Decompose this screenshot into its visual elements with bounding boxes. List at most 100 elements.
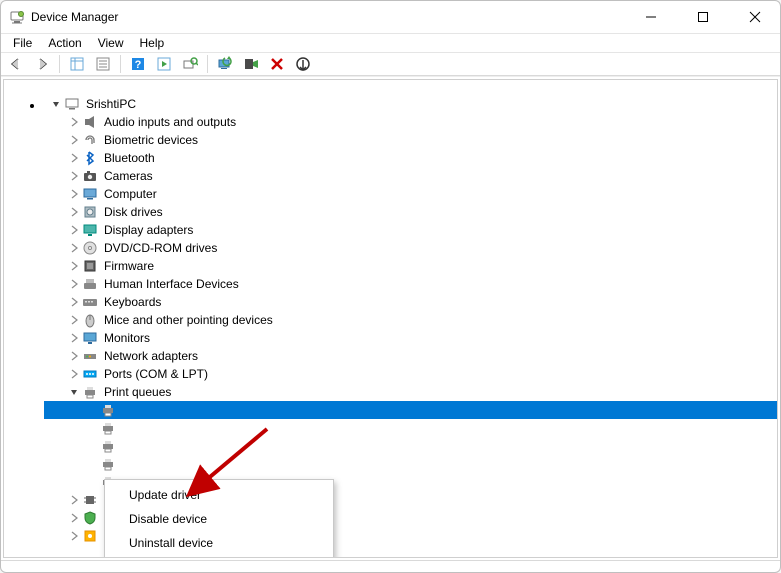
chevron-right-icon[interactable] bbox=[66, 153, 82, 163]
properties-toolbar-button[interactable] bbox=[92, 53, 114, 75]
root-label: SrishtiPC bbox=[84, 97, 138, 111]
category-label: Ports (COM & LPT) bbox=[102, 367, 210, 381]
device-tree[interactable]: SrishtiPC Audio inputs and outputs Biomet… bbox=[3, 79, 778, 558]
category-node[interactable]: Cameras bbox=[44, 167, 777, 185]
menu-file[interactable]: File bbox=[5, 34, 40, 52]
statusbar bbox=[1, 560, 780, 572]
chevron-right-icon[interactable] bbox=[66, 117, 82, 127]
chevron-right-icon[interactable] bbox=[66, 135, 82, 145]
ctx-uninstall-device[interactable]: Uninstall device bbox=[107, 531, 331, 555]
toolbar-separator bbox=[59, 55, 60, 73]
category-label: Computer bbox=[102, 187, 159, 201]
forward-button[interactable] bbox=[31, 53, 53, 75]
printer-icon bbox=[100, 456, 116, 472]
menu-action[interactable]: Action bbox=[40, 34, 89, 52]
printer-device-node[interactable] bbox=[44, 419, 777, 437]
update-driver-toolbar-button[interactable] bbox=[214, 53, 236, 75]
printer-icon bbox=[100, 420, 116, 436]
minimize-button[interactable] bbox=[628, 1, 674, 33]
uninstall-device-toolbar-button[interactable] bbox=[266, 53, 288, 75]
category-node[interactable]: Biometric devices bbox=[44, 131, 777, 149]
disable-device-toolbar-button[interactable] bbox=[292, 53, 314, 75]
keyboard-icon bbox=[82, 294, 98, 310]
category-label: Print queues bbox=[102, 385, 173, 399]
chevron-right-icon[interactable] bbox=[66, 513, 82, 523]
back-button[interactable] bbox=[5, 53, 27, 75]
category-node[interactable]: Keyboards bbox=[44, 293, 777, 311]
port-icon bbox=[82, 366, 98, 382]
category-node[interactable]: Monitors bbox=[44, 329, 777, 347]
category-node[interactable]: Network adapters bbox=[44, 347, 777, 365]
ctx-disable-device[interactable]: Disable device bbox=[107, 507, 331, 531]
show-hide-console-tree-button[interactable] bbox=[66, 53, 88, 75]
printer-icon bbox=[100, 438, 116, 454]
shield-icon bbox=[82, 510, 98, 526]
bluetooth-icon bbox=[82, 150, 98, 166]
chevron-right-icon[interactable] bbox=[66, 315, 82, 325]
category-node[interactable]: Audio inputs and outputs bbox=[44, 113, 777, 131]
help-toolbar-button[interactable]: ? bbox=[127, 53, 149, 75]
close-button[interactable] bbox=[732, 1, 778, 33]
dvd-icon bbox=[82, 240, 98, 256]
chevron-down-icon[interactable] bbox=[66, 387, 82, 397]
menu-view[interactable]: View bbox=[90, 34, 132, 52]
category-node[interactable]: Firmware bbox=[44, 257, 777, 275]
maximize-button[interactable] bbox=[680, 1, 726, 33]
app-icon bbox=[9, 9, 25, 25]
enable-device-toolbar-button[interactable] bbox=[240, 53, 262, 75]
category-node[interactable]: DVD/CD-ROM drives bbox=[44, 239, 777, 257]
printer-device-node[interactable] bbox=[44, 401, 777, 419]
category-node[interactable]: Human Interface Devices bbox=[44, 275, 777, 293]
chevron-right-icon[interactable] bbox=[66, 225, 82, 235]
category-label: Audio inputs and outputs bbox=[102, 115, 238, 129]
window-title: Device Manager bbox=[31, 10, 118, 24]
chevron-down-icon[interactable] bbox=[48, 99, 64, 109]
device-manager-window: Device Manager File Action View Help ? bbox=[0, 0, 781, 573]
category-label: Bluetooth bbox=[102, 151, 157, 165]
chevron-right-icon[interactable] bbox=[66, 171, 82, 181]
chevron-right-icon[interactable] bbox=[66, 189, 82, 199]
category-node[interactable]: Mice and other pointing devices bbox=[44, 311, 777, 329]
category-node[interactable]: Display adapters bbox=[44, 221, 777, 239]
category-label: Cameras bbox=[102, 169, 155, 183]
category-label: Mice and other pointing devices bbox=[102, 313, 275, 327]
root-node[interactable]: SrishtiPC bbox=[44, 95, 777, 113]
toolbar-separator bbox=[120, 55, 121, 73]
disk-icon bbox=[82, 204, 98, 220]
hid-icon bbox=[82, 276, 98, 292]
category-label: Biometric devices bbox=[102, 133, 200, 147]
printer-icon bbox=[82, 384, 98, 400]
chevron-right-icon[interactable] bbox=[66, 297, 82, 307]
computer-icon bbox=[64, 96, 80, 112]
category-node-print-queues[interactable]: Print queues bbox=[44, 383, 777, 401]
chevron-right-icon[interactable] bbox=[66, 531, 82, 541]
category-node[interactable]: Disk drives bbox=[44, 203, 777, 221]
printer-device-node[interactable] bbox=[44, 455, 777, 473]
category-node[interactable]: Bluetooth bbox=[44, 149, 777, 167]
category-label: Human Interface Devices bbox=[102, 277, 241, 291]
category-node[interactable]: Ports (COM & LPT) bbox=[44, 365, 777, 383]
chevron-right-icon[interactable] bbox=[66, 243, 82, 253]
scan-hardware-toolbar-button[interactable] bbox=[179, 53, 201, 75]
printer-device-node[interactable] bbox=[44, 437, 777, 455]
action-toolbar-button[interactable] bbox=[153, 53, 175, 75]
chevron-right-icon[interactable] bbox=[66, 261, 82, 271]
chevron-right-icon[interactable] bbox=[66, 207, 82, 217]
cpu-icon bbox=[82, 492, 98, 508]
chevron-right-icon[interactable] bbox=[66, 369, 82, 379]
computer-icon bbox=[82, 186, 98, 202]
category-node[interactable]: Computer bbox=[44, 185, 777, 203]
chevron-right-icon[interactable] bbox=[66, 279, 82, 289]
category-label: Disk drives bbox=[102, 205, 165, 219]
display-icon bbox=[82, 222, 98, 238]
firmware-icon bbox=[82, 258, 98, 274]
chevron-right-icon[interactable] bbox=[66, 333, 82, 343]
category-label: Keyboards bbox=[102, 295, 163, 309]
toolbar: ? bbox=[1, 53, 780, 76]
chevron-right-icon[interactable] bbox=[66, 351, 82, 361]
device-label bbox=[120, 403, 260, 417]
menu-help[interactable]: Help bbox=[132, 34, 173, 52]
monitor-icon bbox=[82, 330, 98, 346]
ctx-update-driver[interactable]: Update driver bbox=[107, 483, 331, 507]
chevron-right-icon[interactable] bbox=[66, 495, 82, 505]
